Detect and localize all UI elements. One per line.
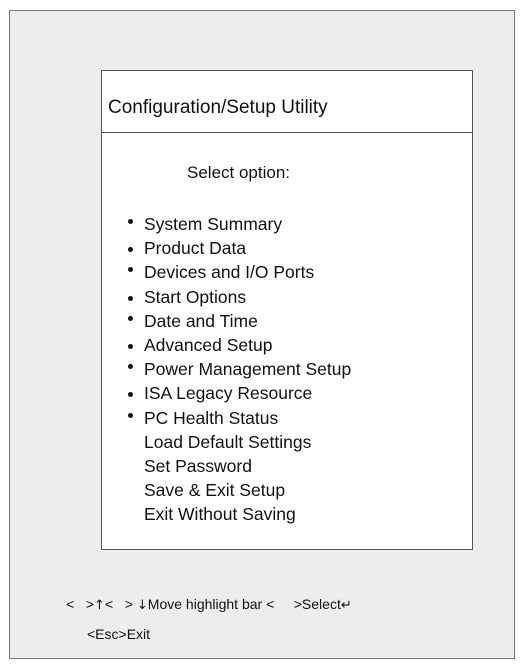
key-open-bracket-2: < [104,596,114,612]
menu-item[interactable]: PC Health Status [102,406,472,430]
menu-item-label: Product Data [144,238,247,259]
setup-menu-list: System Summary Product Data Devices and I/… [102,212,472,526]
bullet-icon [128,219,133,224]
select-option-label: Select option: [187,163,291,182]
setup-screen-frame: Configuration/Setup Utility Select optio… [9,10,515,659]
select-open-bracket: < [266,596,275,612]
menu-item[interactable]: Advanced Setup [102,333,472,357]
menu-item-label: Exit Without Saving [144,504,296,525]
arrow-down-icon: ↓ [136,598,148,613]
menu-item[interactable]: System Summary [102,212,472,236]
navigation-hint: < >↑< > ↓Move highlight bar < >Select↵ [66,596,352,613]
arrow-up-icon: ↑ [94,598,105,613]
menu-item[interactable]: Load Default Settings [102,430,472,454]
menu-item[interactable]: ISA Legacy Resource [102,381,472,405]
menu-item[interactable]: Date and Time [102,309,472,333]
menu-item-label: Load Default Settings [144,431,312,452]
menu-item-label: Advanced Setup [144,334,273,355]
menu-item-label: Power Management Setup [144,359,352,380]
menu-item-label: Devices and I/O Ports [144,262,315,283]
bullet-icon [128,247,133,253]
menu-item[interactable]: Save & Exit Setup [102,478,472,502]
key-open-bracket: < [66,596,75,612]
move-highlight-text: Move highlight bar [147,596,263,612]
menu-item-label: ISA Legacy Resource [144,383,313,404]
menu-item-label: Save & Exit Setup [144,480,286,501]
menu-item[interactable]: Exit Without Saving [102,502,472,526]
menu-item[interactable]: Start Options [102,285,472,309]
bullet-icon [128,343,133,349]
bullet-icon [128,267,133,273]
bullet-icon [128,315,133,321]
enter-key-icon: ↵ [340,598,352,613]
menu-item-label: System Summary [144,214,283,234]
setup-menu-panel: Configuration/Setup Utility Select optio… [101,70,473,550]
menu-item-label: Start Options [144,286,247,307]
bullet-icon [128,412,133,418]
panel-title: Configuration/Setup Utility [102,71,472,133]
menu-item[interactable]: Power Management Setup [102,357,472,381]
select-hint-text: Select [301,596,341,612]
select-close-bracket: > [293,596,302,612]
menu-item-label: Date and Time [144,310,258,331]
key-close-bracket: > [85,596,95,612]
menu-item-label: PC Health Status [144,407,279,428]
menu-item-label: Set Password [144,455,252,476]
bullet-icon [128,392,133,398]
menu-item[interactable]: Set Password [102,454,472,478]
menu-item[interactable]: Devices and I/O Ports [102,260,472,284]
menu-item[interactable]: Product Data [102,236,472,260]
esc-exit-hint: <Esc>Exit [87,626,151,642]
bullet-icon [128,295,133,301]
key-close-bracket-2: > [124,596,133,612]
bullet-icon [128,364,133,370]
